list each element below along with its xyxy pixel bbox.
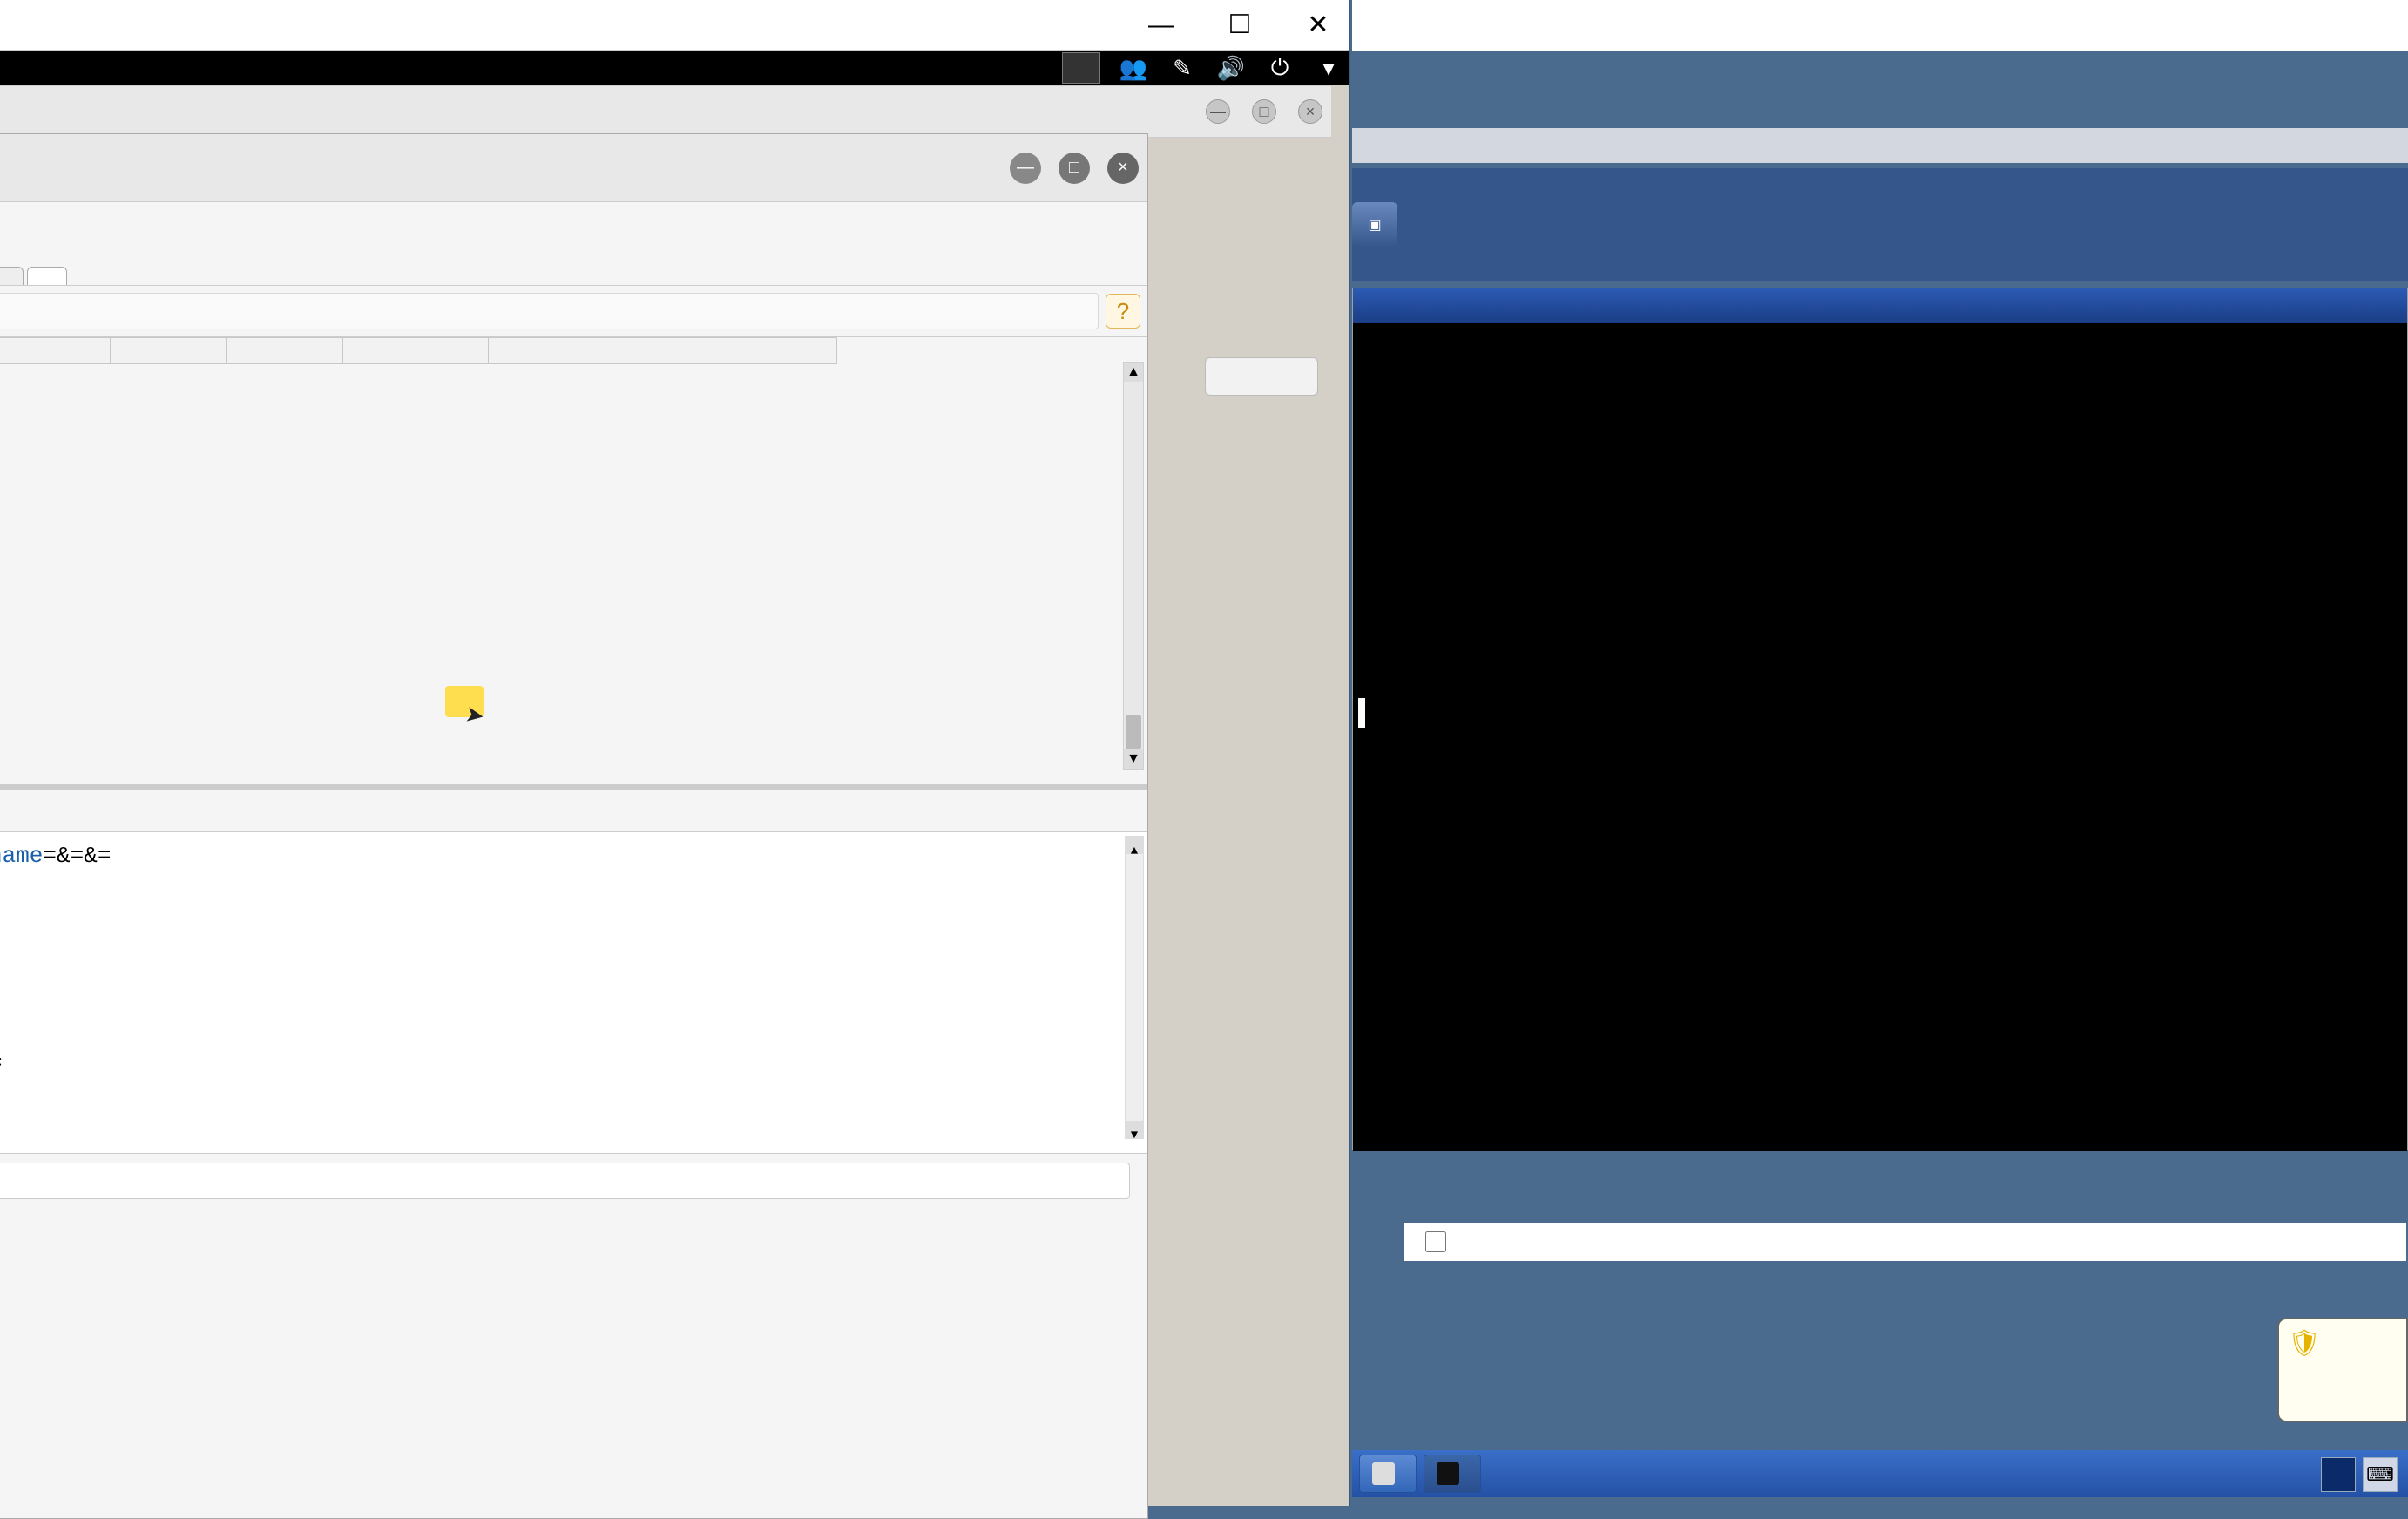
col-length[interactable] <box>342 338 488 364</box>
results-table-area: ➤ ▲ ▼ <box>0 336 1147 790</box>
dont-show-checkbox[interactable] <box>1425 1231 1446 1252</box>
language-indicator: ⌨ <box>2321 1457 2398 1492</box>
mouse-cursor-icon: ➤ <box>463 700 486 729</box>
manage-server-band-label <box>1352 128 2408 163</box>
security-balloon[interactable]: 🛡 <box>2277 1318 2408 1422</box>
search-row <box>0 1157 1147 1204</box>
minimize-icon[interactable]: — <box>1140 8 1183 43</box>
volume-icon[interactable]: 🔊 <box>1215 55 1247 81</box>
burp-titlebar[interactable]: — □ × <box>0 85 1331 138</box>
tab-payloads[interactable] <box>0 267 24 285</box>
manage-server-header: ▣ <box>1352 168 2408 281</box>
request-scrollbar[interactable]: ▲ ▼ <box>1125 836 1144 1139</box>
req-scroll-up-icon[interactable]: ▲ <box>1126 837 1143 854</box>
intruder-titlebar[interactable]: — □ × <box>0 134 1147 202</box>
cursor-highlight <box>445 686 484 717</box>
right-vnc-window: ▣ 🛡 <box>1352 0 2408 1506</box>
windows-taskbar[interactable]: ⌨ <box>1352 1450 2408 1497</box>
close-icon[interactable]: ✕ <box>1296 8 1340 43</box>
cmd-output[interactable] <box>1353 323 2407 1151</box>
tab-options[interactable] <box>27 267 67 285</box>
vnc-titlebar[interactable]: — ☐ ✕ <box>0 0 1349 51</box>
intruder-minimize-icon[interactable]: — <box>1010 153 1041 184</box>
scroll-thumb[interactable] <box>1126 715 1141 749</box>
chevron-down-icon[interactable]: ▾ <box>1313 55 1344 81</box>
intruder-attack-window: — □ × ? <box>0 133 1148 1519</box>
intruder-maximize-icon[interactable]: □ <box>1059 153 1090 184</box>
taskbar-cmd[interactable] <box>1424 1455 1481 1493</box>
cmd-window <box>1352 288 2408 1150</box>
req-scroll-down-icon[interactable]: ▼ <box>1126 1121 1143 1138</box>
results-scrollbar[interactable]: ▲ ▼ <box>1123 362 1144 770</box>
login-checkbox-row <box>1404 1223 2406 1261</box>
burp-window: — □ × — □ × <box>0 85 1331 1515</box>
left-vnc-window: — ☐ ✕ 👥 ✎ 🔊 ⏻ ▾ — □ × <box>0 0 1350 1506</box>
workspace-indicator[interactable] <box>1062 52 1100 84</box>
burp-maximize-icon[interactable]: □ <box>1252 99 1276 124</box>
burp-window-controls: — □ × <box>1206 99 1322 124</box>
filter-row: ? <box>0 286 1147 336</box>
intruder-close-icon[interactable]: × <box>1107 153 1139 184</box>
users-icon[interactable]: 👥 <box>1118 55 1149 81</box>
help-icon[interactable]: ? <box>1106 294 1140 329</box>
maximize-icon[interactable]: ☐ <box>1218 8 1261 43</box>
filter-input[interactable] <box>0 293 1099 329</box>
shield-icon: 🛡 <box>2288 1328 2319 1360</box>
top-bar-tray: 👥 ✎ 🔊 ⏻ ▾ <box>1062 52 1344 84</box>
right-vnc-titlebar[interactable] <box>1352 0 2408 51</box>
gnome-top-bar[interactable]: 👥 ✎ 🔊 ⏻ ▾ <box>0 51 1349 85</box>
linux-desktop: 👥 ✎ 🔊 ⏻ ▾ — □ × <box>0 51 1349 1506</box>
cmd-ip-selected <box>1358 698 1365 728</box>
window-controls: — ☐ ✕ <box>1140 8 1340 43</box>
lang-ch[interactable] <box>2321 1457 2356 1492</box>
col-error[interactable] <box>110 338 227 364</box>
burp-close-icon[interactable]: × <box>1298 99 1322 124</box>
windows-server-desktop: ▣ 🛡 <box>1352 51 2408 1497</box>
search-input[interactable] <box>0 1163 1130 1199</box>
start-attack-button[interactable] <box>1205 357 1318 396</box>
col-comment[interactable] <box>488 338 837 364</box>
req-name-key: name <box>0 843 43 869</box>
scroll-up-icon[interactable]: ▲ <box>1124 363 1143 382</box>
col-status[interactable] <box>0 338 110 364</box>
server-icon: ▣ <box>1352 202 1397 248</box>
col-timeout[interactable] <box>227 338 343 364</box>
burp-minimize-icon[interactable]: — <box>1206 99 1230 124</box>
intruder-tab-bar <box>0 237 1147 286</box>
edit-icon[interactable]: ✎ <box>1167 55 1198 81</box>
table-header-row <box>0 338 837 364</box>
results-table <box>0 337 837 364</box>
ime-icon[interactable]: ⌨ <box>2363 1457 2398 1492</box>
intruder-window-controls: — □ × <box>1010 153 1139 184</box>
power-icon[interactable]: ⏻ <box>1264 55 1295 81</box>
request-viewer[interactable]: name=&=&= = ▲ ▼ <box>0 831 1147 1154</box>
server-task-icon <box>1372 1462 1395 1485</box>
scroll-down-icon[interactable]: ▼ <box>1124 749 1143 769</box>
taskbar-manage-server[interactable] <box>1359 1455 1417 1493</box>
cmd-task-icon <box>1437 1462 1459 1485</box>
cmd-titlebar[interactable] <box>1353 288 2407 323</box>
